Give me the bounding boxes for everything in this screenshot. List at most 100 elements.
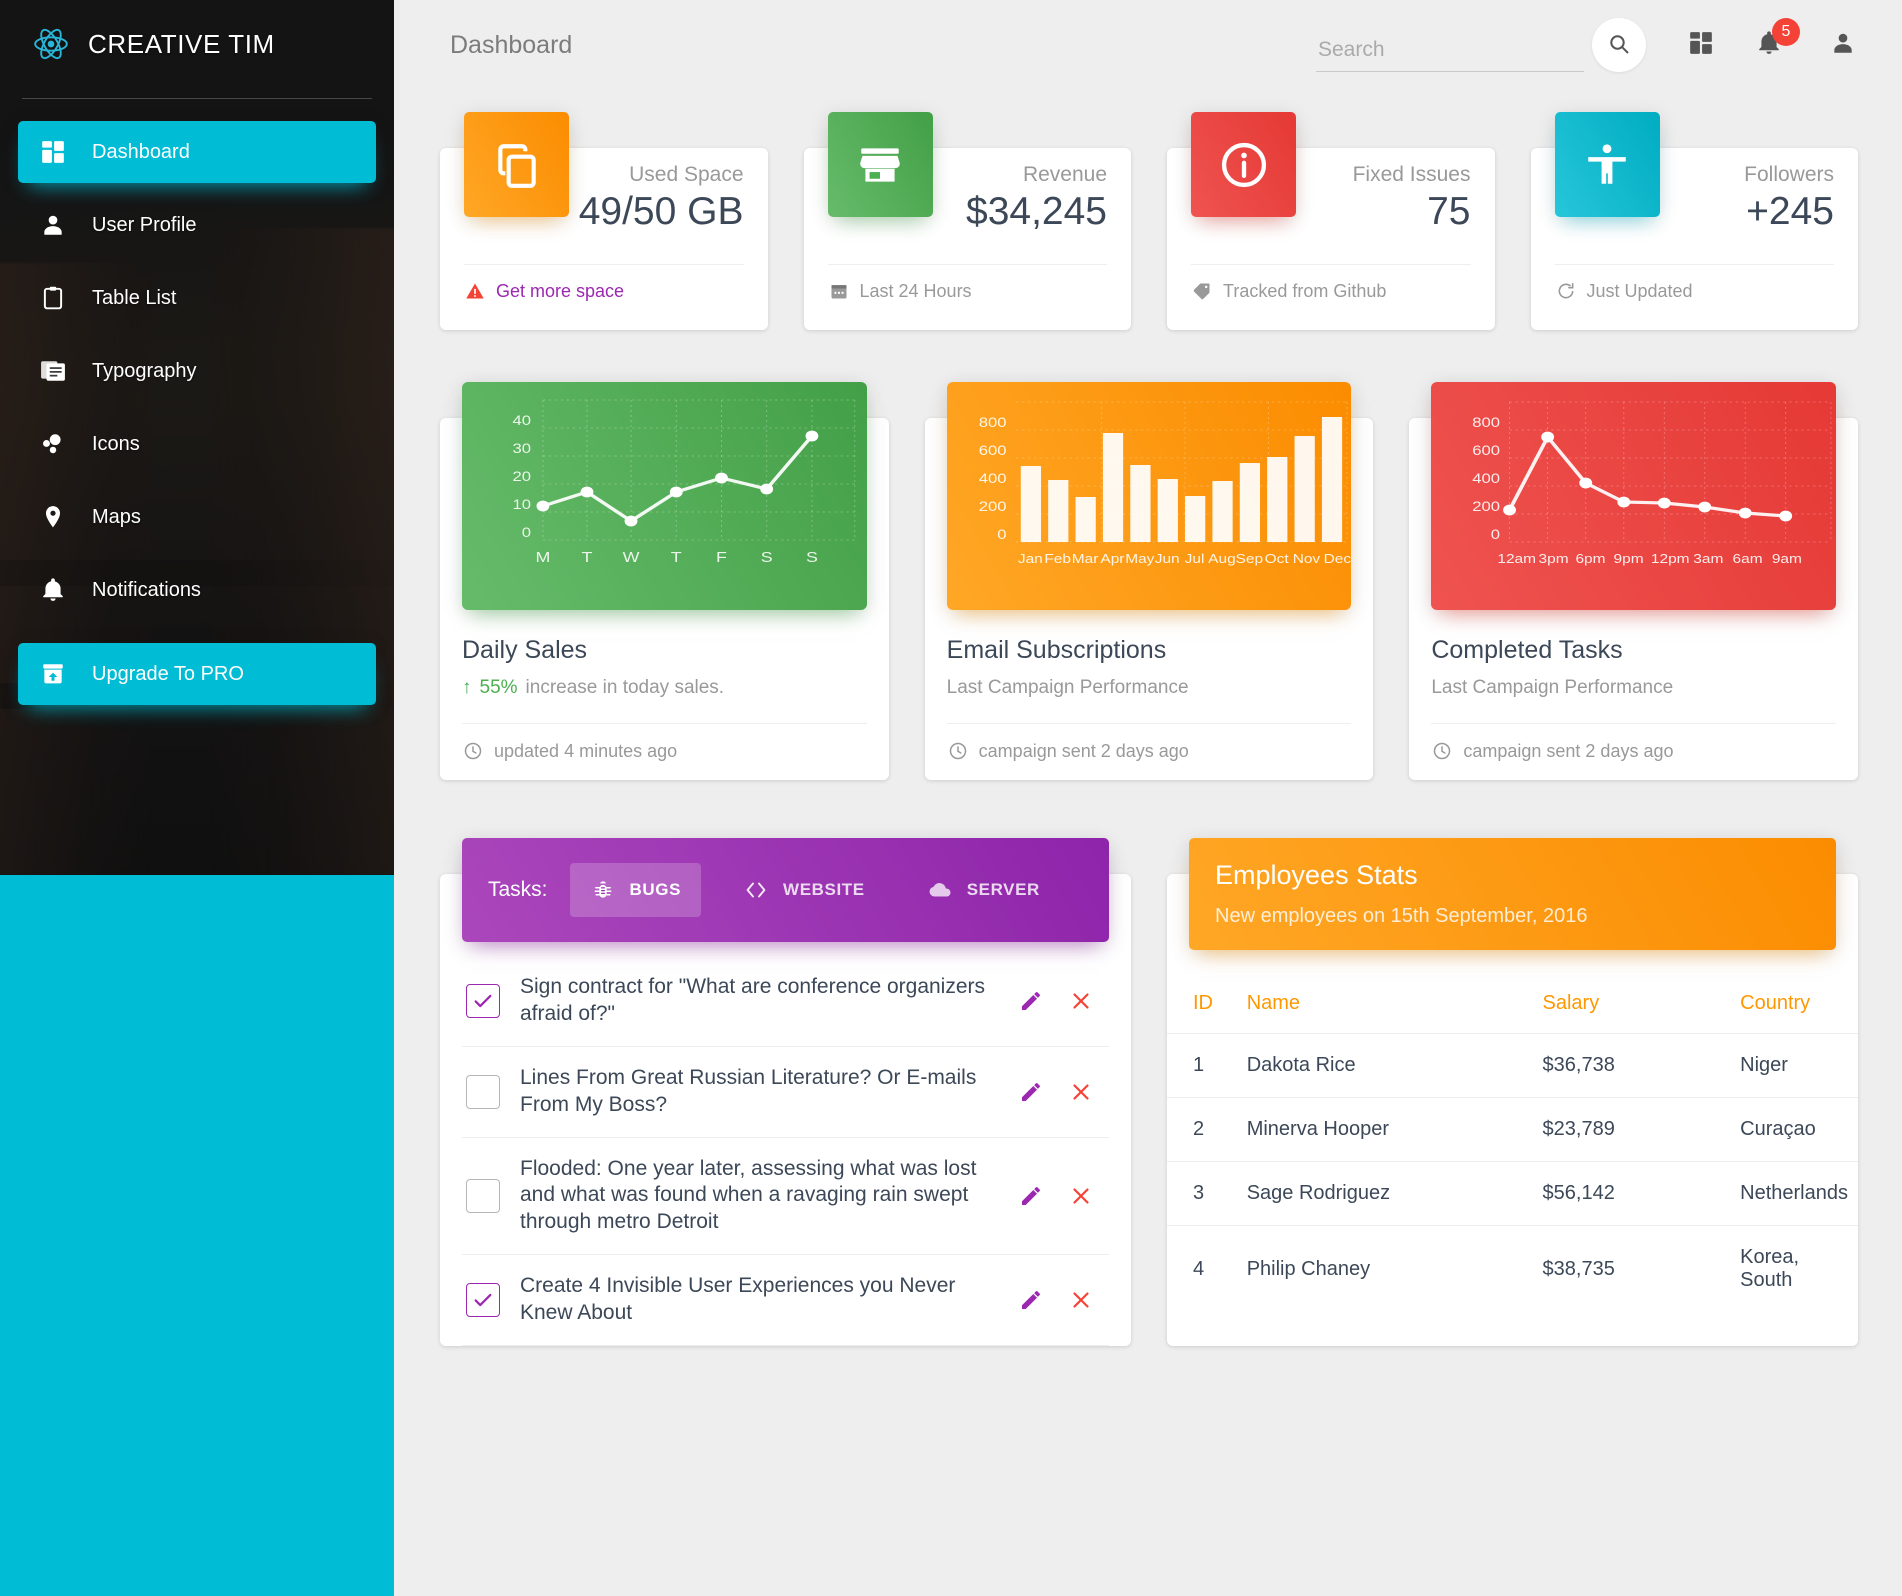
sidebar-item-label: Typography [92, 359, 197, 382]
pencil-icon[interactable] [1017, 1078, 1045, 1106]
column-header-salary: Salary [1542, 992, 1600, 1014]
employees-table: ID Name Salary Country 1 Dakota Rice $36… [1167, 976, 1858, 1312]
topbar: Dashboard Search 5 [394, 0, 1902, 90]
employees-panel-header: Employees Stats New employees on 15th Se… [1189, 838, 1836, 950]
stat-value: 49/50 GB [578, 190, 744, 234]
tab-bugs[interactable]: BUGS [569, 863, 702, 917]
svg-text:800: 800 [1473, 415, 1501, 430]
search-input[interactable] [1316, 34, 1584, 72]
tab-label: BUGS [629, 880, 682, 899]
apps-grid-button[interactable] [1686, 30, 1716, 60]
sidebar-item-user-profile[interactable]: User Profile [18, 194, 376, 256]
svg-text:Dec: Dec [1323, 552, 1350, 567]
stat-meta: Fixed Issues 75 [1296, 148, 1471, 235]
pencil-icon[interactable] [1017, 1286, 1045, 1314]
stat-footer[interactable]: Get more space [464, 265, 744, 318]
sidebar-item-dashboard[interactable]: Dashboard [18, 121, 376, 183]
cell-country: Korea, South [1730, 1225, 1858, 1312]
sidebar-item-label: Dashboard [92, 140, 190, 163]
task-checkbox[interactable] [466, 1283, 500, 1317]
task-checkbox[interactable] [466, 983, 500, 1018]
chart-sub-text: increase in today sales. [525, 677, 725, 698]
brand[interactable]: CREATIVE TIM [0, 0, 394, 88]
sidebar-item-typography[interactable]: Typography [18, 340, 376, 402]
stat-card-revenue: Revenue $34,245 Last 24 Hours [803, 112, 1131, 330]
svg-text:600: 600 [978, 443, 1006, 458]
cell-salary: $23,789 [1532, 1097, 1731, 1162]
stat-card-used-space: Used Space 49/50 GB Get more space [440, 112, 768, 330]
task-checkbox[interactable] [466, 1178, 500, 1213]
svg-text:Sep: Sep [1235, 552, 1263, 567]
panel-subtitle: New employees on 15th September, 2016 [1215, 905, 1588, 927]
cell-country: Niger [1730, 1033, 1858, 1098]
sidebar-item-label: Icons [92, 432, 140, 455]
stat-top: Used Space 49/50 GB [464, 112, 744, 264]
notifications-button[interactable]: 5 [1754, 18, 1800, 60]
arrow-up-icon: ↑ [462, 677, 472, 698]
user-account-button[interactable] [1828, 30, 1858, 60]
notification-badge: 5 [1772, 18, 1800, 46]
employees-panel: Employees Stats New employees on 15th Se… [1167, 838, 1858, 1346]
chart-foot-text: campaign sent 2 days ago [978, 740, 1189, 761]
table-row: 1 Dakota Rice $36,738 Niger [1167, 1033, 1858, 1098]
upgrade-to-pro-button[interactable]: Upgrade To PRO [18, 643, 376, 705]
close-x-icon[interactable] [1067, 987, 1095, 1015]
clipboard-icon [36, 281, 70, 315]
cell-id: 1 [1167, 1033, 1237, 1098]
react-atom-icon [30, 23, 72, 65]
page-title: Dashboard [450, 30, 573, 59]
svg-text:800: 800 [978, 415, 1006, 430]
svg-text:Jul: Jul [1184, 552, 1204, 567]
svg-text:Mar: Mar [1071, 552, 1098, 567]
cell-name: Philip Chaney [1236, 1225, 1533, 1312]
stat-meta: Used Space 49/50 GB [569, 148, 744, 235]
sidebar-item-table-list[interactable]: Table List [18, 267, 376, 329]
stat-top: Followers +245 [1554, 112, 1834, 264]
column-header-id: ID [1193, 992, 1213, 1014]
cell-id: 4 [1167, 1225, 1237, 1312]
sidebar-item-maps[interactable]: Maps [18, 486, 376, 548]
svg-text:Apr: Apr [1100, 552, 1124, 567]
bubbles-icon [36, 427, 70, 461]
svg-text:10: 10 [513, 497, 532, 512]
stat-value: 75 [1427, 190, 1471, 234]
svg-text:0: 0 [522, 525, 531, 540]
pencil-icon[interactable] [1017, 1182, 1045, 1210]
dashboard-grid-icon [1688, 30, 1714, 61]
cloud-icon [927, 877, 953, 903]
pencil-icon[interactable] [1017, 987, 1045, 1015]
task-checkbox[interactable] [466, 1074, 500, 1109]
svg-text:400: 400 [978, 471, 1006, 486]
svg-text:200: 200 [1473, 499, 1501, 514]
svg-text:Jan: Jan [1018, 552, 1043, 567]
tab-website[interactable]: WEBSITE [723, 863, 885, 917]
cell-id: 2 [1167, 1097, 1237, 1162]
svg-text:Oct: Oct [1264, 552, 1288, 567]
bell-icon [36, 573, 70, 607]
search-button[interactable] [1592, 18, 1646, 72]
stat-meta: Followers +245 [1660, 148, 1834, 235]
svg-text:May: May [1125, 552, 1155, 567]
daily-sales-svg: 40 30 20 10 0 M T W T F S S [513, 399, 856, 566]
tab-server[interactable]: SERVER [907, 863, 1060, 917]
stat-footer: Last 24 Hours [828, 265, 1108, 318]
svg-text:M: M [536, 549, 551, 565]
chart-subtitle: Last Campaign Performance [1431, 677, 1836, 699]
close-x-icon[interactable] [1067, 1182, 1095, 1210]
search-icon [1607, 32, 1631, 59]
sidebar-item-notifications[interactable]: Notifications [18, 559, 376, 621]
chart-subtitle: Last Campaign Performance [947, 677, 1352, 699]
cell-salary: $56,142 [1532, 1161, 1731, 1226]
stat-label: Fixed Issues [1352, 163, 1471, 186]
svg-text:Jun: Jun [1154, 552, 1179, 567]
chart-card-email-subscriptions: 800 600 400 200 0 Jan Feb Mar Apr May Ju… [924, 382, 1374, 780]
person-icon [36, 208, 70, 242]
close-x-icon[interactable] [1067, 1286, 1095, 1314]
close-x-icon[interactable] [1067, 1078, 1095, 1106]
chart-footer: updated 4 minutes ago [462, 724, 867, 780]
stat-value: +245 [1746, 190, 1834, 234]
typography-icon [36, 354, 70, 388]
sidebar-item-label: Maps [92, 505, 141, 528]
dashboard-grid-icon [36, 135, 70, 169]
sidebar-item-icons[interactable]: Icons [18, 413, 376, 475]
